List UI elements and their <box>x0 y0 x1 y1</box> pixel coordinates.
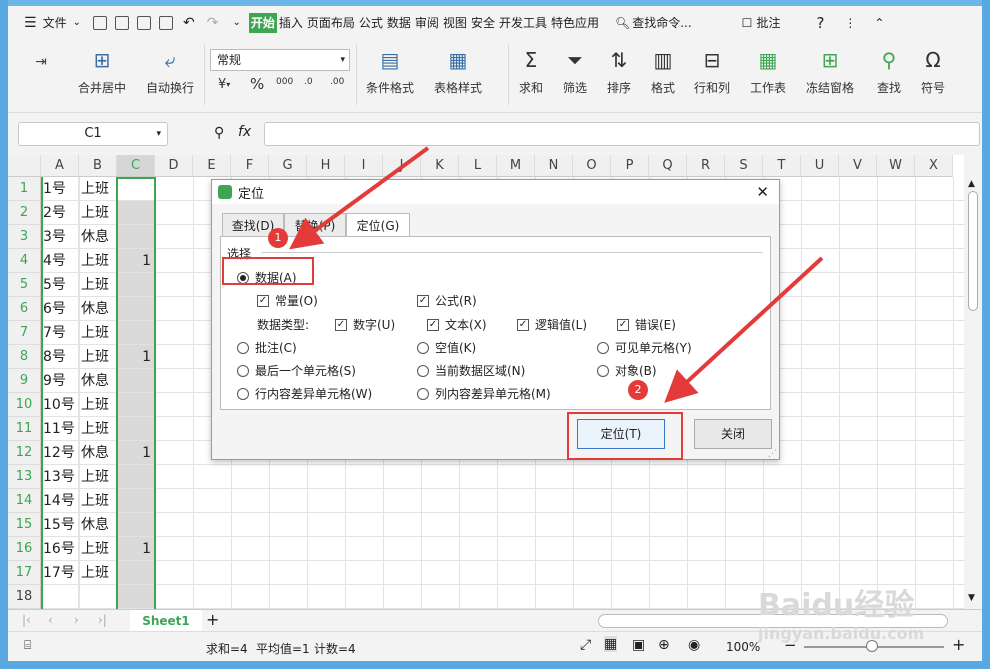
watermark-title: Baidu经验 <box>758 588 915 623</box>
annotation-arrows <box>289 146 824 403</box>
watermark-logo: Baidu经验 jingyan.baidu.com <box>758 580 948 650</box>
watermark-url: jingyan.baidu.com <box>758 624 925 643</box>
arrow-2 <box>664 256 824 403</box>
arrow-1 <box>289 146 430 250</box>
